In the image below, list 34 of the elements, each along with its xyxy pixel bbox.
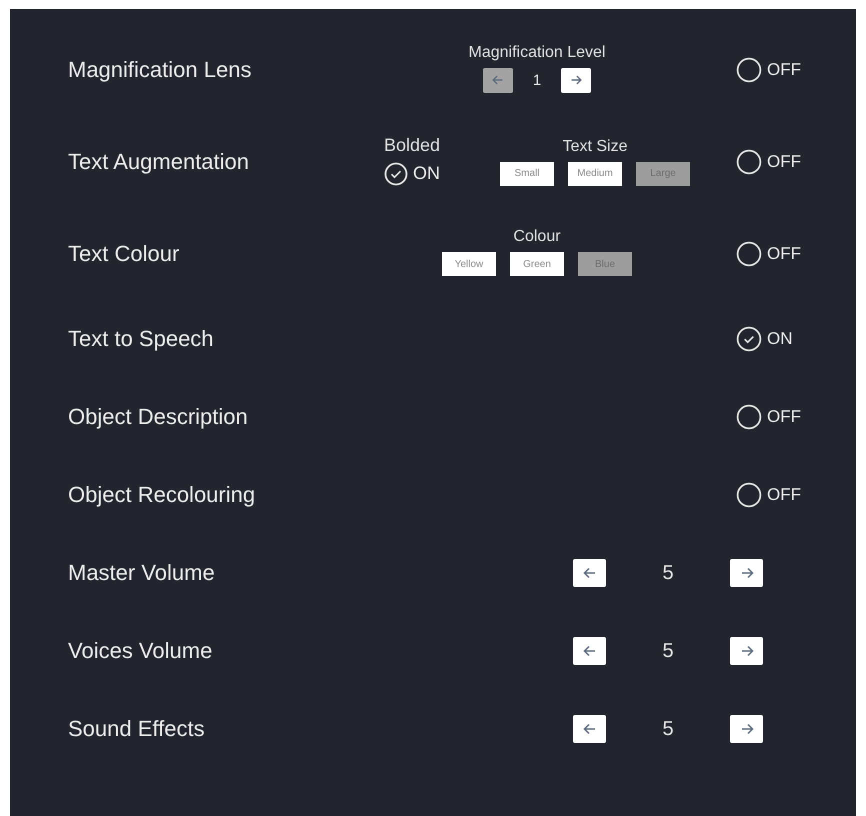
- previous-button[interactable]: [573, 559, 606, 587]
- on-off-toggle[interactable]: OFF: [736, 241, 801, 267]
- volume-value: 5: [661, 562, 675, 584]
- setting-label: Voices Volume: [68, 638, 214, 664]
- volume-value: 5: [661, 640, 675, 662]
- on-off-toggle[interactable]: OFF: [736, 482, 801, 508]
- on-off-toggle[interactable]: OFF: [736, 404, 801, 430]
- previous-button[interactable]: [573, 637, 606, 665]
- setting-label: Object Recolouring: [68, 482, 256, 508]
- left-arrow-icon: [582, 643, 598, 659]
- left-arrow-icon: [490, 73, 505, 87]
- control-title: Colour: [513, 228, 561, 246]
- setting-label: Master Volume: [68, 560, 216, 586]
- setting-label: Object Description: [68, 404, 249, 430]
- on-off-toggle[interactable]: OFF: [736, 57, 801, 83]
- option-button[interactable]: Green: [510, 252, 564, 276]
- bolded-toggle[interactable]: ON: [384, 162, 440, 186]
- setting-label: Text Augmentation: [68, 149, 250, 175]
- stepper-value: 1: [532, 72, 542, 88]
- setting-label: Text to Speech: [68, 326, 215, 352]
- control-title: Text Size: [562, 138, 628, 156]
- setting-label: Sound Effects: [68, 716, 206, 742]
- on-off-toggle[interactable]: ON: [736, 326, 792, 352]
- control-title: Magnification Level: [468, 44, 606, 62]
- setting-label: Text Colour: [68, 241, 180, 267]
- next-button[interactable]: [561, 68, 592, 92]
- volume-value: 5: [661, 718, 675, 740]
- previous-button[interactable]: [573, 715, 606, 743]
- left-arrow-icon: [582, 721, 598, 737]
- left-arrow-icon: [582, 565, 598, 581]
- on-off-toggle[interactable]: OFF: [736, 149, 801, 175]
- control-title: Bolded: [384, 134, 440, 156]
- right-arrow-icon: [569, 73, 584, 87]
- setting-label: Magnification Lens: [68, 57, 252, 83]
